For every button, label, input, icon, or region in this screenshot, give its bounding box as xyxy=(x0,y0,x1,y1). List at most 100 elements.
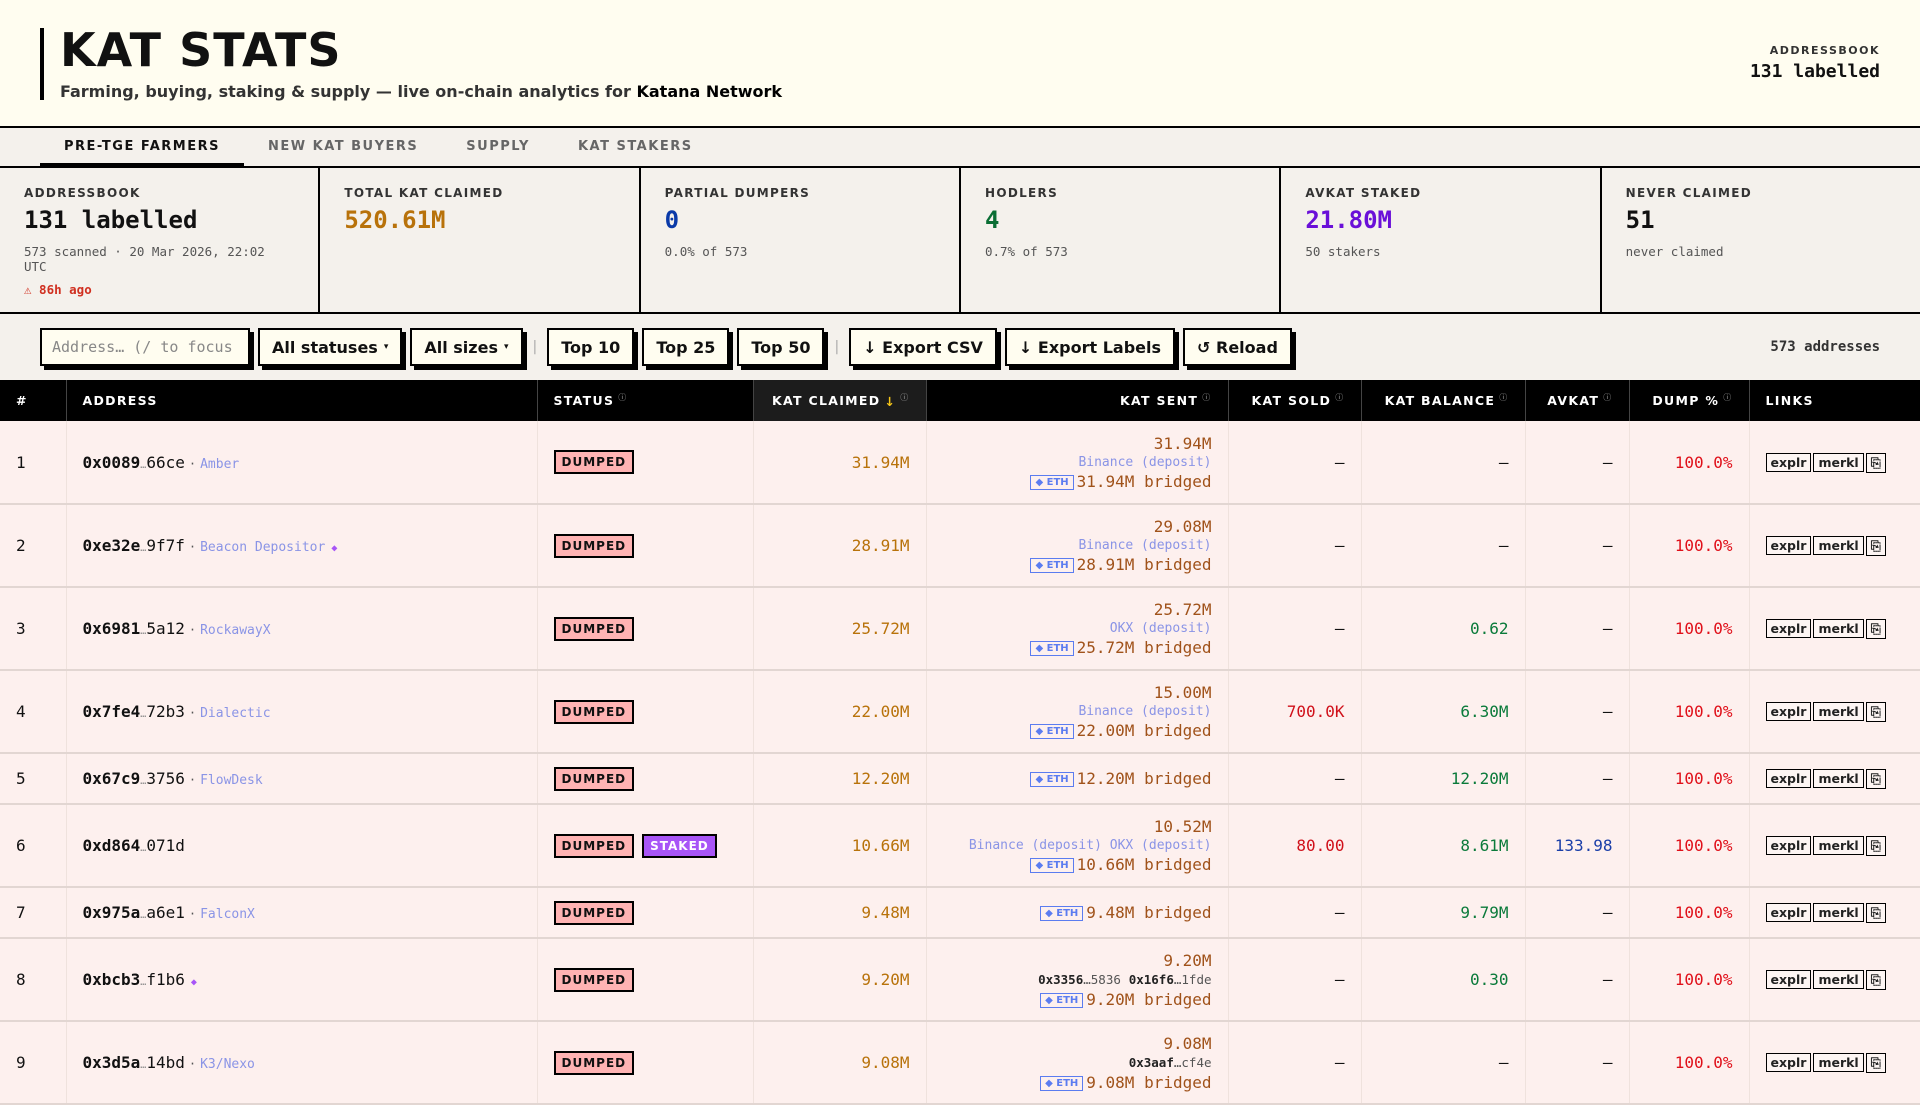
top25-button[interactable]: Top 25 xyxy=(642,328,730,366)
table-row[interactable]: 9 0x3d5a…14bd · K3/Nexo DUMPED 9.08M 9.08M 0x3a… xyxy=(0,1021,1920,1105)
copy-address-button[interactable]: ⎘ xyxy=(1865,536,1886,556)
address-prefix[interactable]: 0xd864 xyxy=(83,836,141,855)
destination-address[interactable]: 0x3356…5836 xyxy=(1038,972,1121,987)
column-header[interactable]: STATUS ⓘ xyxy=(537,380,754,421)
top10-button[interactable]: Top 10 xyxy=(547,328,635,366)
address-suffix[interactable]: 071d xyxy=(146,836,185,855)
eth-chain-badge: ◆ ETH xyxy=(1030,724,1074,739)
explorer-link[interactable]: explr xyxy=(1765,536,1812,555)
merkl-link[interactable]: merkl xyxy=(1813,452,1864,472)
table-row[interactable]: 5 0x67c9…3756 · FlowDesk DUMPED 12.20M ◆ ETH 12… xyxy=(0,753,1920,805)
destinations: Binance (deposit) OKX (deposit) xyxy=(943,836,1212,855)
merkl-link[interactable]: merkl xyxy=(1813,970,1864,989)
column-header[interactable]: AVKAT ⓘ xyxy=(1525,380,1630,421)
destinations: Binance (deposit) xyxy=(943,536,1211,555)
address-suffix[interactable]: 3756 xyxy=(146,769,185,788)
explorer-link[interactable]: explr xyxy=(1765,1053,1812,1072)
destination-exchange[interactable]: OKX (deposit) xyxy=(1110,838,1212,853)
address-suffix[interactable]: 5a12 xyxy=(146,619,185,638)
table-row[interactable]: 2 0xe32e…9f7f · Beacon Depositor ◆ DUMPED 28.9… xyxy=(0,504,1920,588)
destination-exchange[interactable]: Binance (deposit) xyxy=(1078,538,1211,553)
explorer-link[interactable]: explr xyxy=(1765,769,1812,788)
table-row[interactable]: 8 0xbcb3 … f1b6 ◆ DUMPED 9.20M 9.20M 0x3356…5836… xyxy=(0,938,1920,1022)
explorer-link[interactable]: explr xyxy=(1765,452,1812,472)
address-prefix[interactable]: 0x67c9 xyxy=(83,769,141,788)
address-prefix[interactable]: 0xbcb3 xyxy=(83,970,141,989)
size-select[interactable]: All sizes ▾ xyxy=(410,328,523,366)
bridged-line: ◆ ETH 12.20M bridged xyxy=(943,769,1212,788)
column-header[interactable]: DUMP % ⓘ xyxy=(1629,380,1750,421)
column-header[interactable]: KAT BALANCE ⓘ xyxy=(1361,380,1526,421)
tab-kat-stakers[interactable]: KAT STAKERS xyxy=(554,128,717,166)
diamond-marker-icon: ◆ xyxy=(190,977,197,988)
address-prefix[interactable]: 0xe32e xyxy=(83,536,141,555)
address-prefix[interactable]: 0x6981 xyxy=(83,619,141,638)
column-header[interactable]: ADDRESS xyxy=(66,380,538,421)
address-suffix[interactable]: 9f7f xyxy=(146,536,185,555)
address-prefix[interactable]: 0x0089 xyxy=(83,453,141,472)
bridged-line: ◆ ETH 9.48M bridged xyxy=(943,903,1212,922)
tab-supply[interactable]: SUPPLY xyxy=(442,128,554,166)
copy-address-button[interactable]: ⎘ xyxy=(1865,452,1886,473)
column-header[interactable]: KAT SOLD ⓘ xyxy=(1228,380,1362,421)
explorer-link[interactable]: explr xyxy=(1765,836,1812,855)
explorer-link[interactable]: explr xyxy=(1765,619,1812,638)
destination-exchange[interactable]: Binance (deposit) xyxy=(969,838,1102,853)
row-rank: 5 xyxy=(0,753,67,805)
tab-pre-tge-farmers[interactable]: PRE-TGE FARMERS xyxy=(40,128,244,166)
merkl-link[interactable]: merkl xyxy=(1813,1053,1864,1072)
table-row[interactable]: 7 0x975a…a6e1 · FalconX DUMPED 9.48M ◆ ETH 9.48… xyxy=(0,887,1920,939)
merkl-link[interactable]: merkl xyxy=(1813,903,1864,922)
copy-address-button[interactable]: ⎘ xyxy=(1865,769,1886,789)
address-prefix[interactable]: 0x3d5a xyxy=(83,1053,141,1072)
merkl-link[interactable]: merkl xyxy=(1813,702,1864,721)
kat-sent-cell: 9.20M 0x3356…5836 0x16f6…1fde ◆ ETH 9.20M b… xyxy=(926,938,1229,1022)
table-row[interactable]: 3 0x6981…5a12 · RockawayX DUMPED 25.72M 25.72M… xyxy=(0,587,1920,671)
table-row[interactable]: 1 0x0089…66ce · Amber DUMPED 31.94M 31.94M Bina… xyxy=(0,421,1920,505)
address-search-input[interactable] xyxy=(40,328,250,366)
export-labels-button[interactable]: ↓ Export Labels xyxy=(1004,328,1176,366)
destination-exchange[interactable]: Binance (deposit) xyxy=(1078,704,1211,719)
top50-button[interactable]: Top 50 xyxy=(737,328,825,366)
merkl-link[interactable]: merkl xyxy=(1813,769,1864,788)
address-prefix[interactable]: 0x7fe4 xyxy=(83,702,141,721)
address-suffix[interactable]: 66ce xyxy=(146,453,185,472)
destination-exchange[interactable]: Binance (deposit) xyxy=(1078,455,1211,470)
address-label: Dialectic xyxy=(200,706,271,721)
eth-chain-badge: ◆ ETH xyxy=(1030,858,1074,873)
destination-prefix: 0x16f6 xyxy=(1128,971,1174,987)
reload-button[interactable]: ↺ Reload xyxy=(1183,328,1292,366)
copy-address-button[interactable]: ⎘ xyxy=(1865,836,1886,856)
copy-address-button[interactable]: ⎘ xyxy=(1865,619,1886,639)
merkl-link[interactable]: merkl xyxy=(1813,536,1864,555)
destination-exchange[interactable]: OKX (deposit) xyxy=(1110,621,1212,636)
status-cell: DUMPED xyxy=(537,938,754,1022)
merkl-link[interactable]: merkl xyxy=(1813,836,1864,855)
export-csv-button[interactable]: ↓ Export CSV xyxy=(849,328,997,366)
copy-address-button[interactable]: ⎘ xyxy=(1865,903,1886,923)
copy-address-button[interactable]: ⎘ xyxy=(1865,970,1886,990)
avkat: — xyxy=(1525,421,1630,505)
destination-address[interactable]: 0x16f6…1fde xyxy=(1129,972,1212,987)
explorer-link[interactable]: explr xyxy=(1765,970,1812,989)
explorer-link[interactable]: explr xyxy=(1765,702,1812,721)
info-icon: ⓘ xyxy=(1335,393,1345,403)
address-suffix[interactable]: f1b6 xyxy=(146,970,185,989)
table-row[interactable]: 6 0xd864…071d DUMPED STAKED 10.66M 10.52M Bina… xyxy=(0,804,1920,888)
explorer-link[interactable]: explr xyxy=(1765,903,1812,922)
column-header[interactable]: KAT CLAIMED ↓ ⓘ xyxy=(753,380,927,421)
address-suffix[interactable]: 72b3 xyxy=(146,702,185,721)
address-prefix[interactable]: 0x975a xyxy=(83,903,141,922)
address-suffix[interactable]: 14bd xyxy=(146,1053,185,1072)
copy-address-button[interactable]: ⎘ xyxy=(1865,1053,1886,1073)
table-row[interactable]: 4 0x7fe4…72b3 · Dialectic DUMPED 22.00M 15.00M… xyxy=(0,670,1920,754)
copy-address-button[interactable]: ⎘ xyxy=(1865,702,1886,722)
merkl-link[interactable]: merkl xyxy=(1813,619,1864,638)
column-header[interactable]: KAT SENT ⓘ xyxy=(926,380,1229,421)
tab-new-kat-buyers[interactable]: NEW KAT BUYERS xyxy=(244,128,442,166)
status-select[interactable]: All statuses ▾ xyxy=(258,328,403,366)
divider: | xyxy=(532,339,538,355)
kat-balance: 6.30M xyxy=(1361,670,1526,754)
destination-address[interactable]: 0x3aaf…cf4e xyxy=(1129,1055,1212,1070)
address-suffix[interactable]: a6e1 xyxy=(146,903,185,922)
